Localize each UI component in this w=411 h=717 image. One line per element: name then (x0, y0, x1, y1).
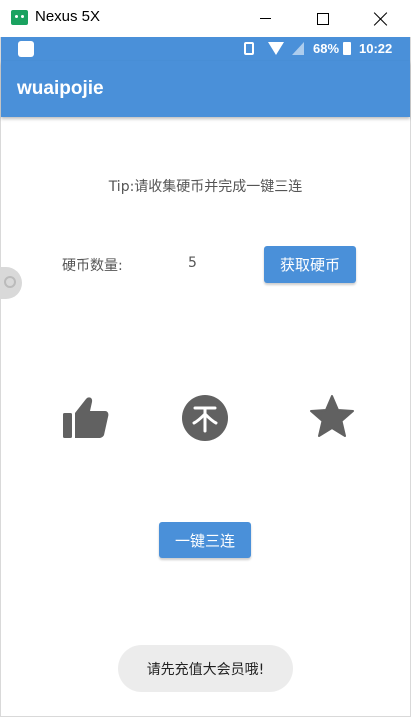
battery-percent: 68% (313, 41, 340, 56)
thumbs-up-icon[interactable] (62, 395, 110, 439)
star-icon[interactable] (310, 395, 354, 439)
minimize-button[interactable] (236, 0, 294, 37)
android-status-bar: 68% 10:22 (1, 37, 410, 61)
close-icon (374, 12, 388, 26)
coin-icon[interactable] (181, 394, 229, 442)
app-title: wuaipojie (17, 78, 104, 99)
signal-icon (292, 42, 304, 55)
wifi-icon (268, 42, 284, 55)
coins-label: 硬币数量: (62, 258, 123, 274)
coins-value: 5 (188, 255, 197, 271)
tip-text: Tip:请收集硬币并完成一键三连 (108, 179, 303, 195)
toast-message: 请先充值大会员哦! (118, 645, 293, 692)
app-bar: wuaipojie (1, 61, 410, 117)
battery-icon (343, 42, 351, 55)
maximize-button[interactable] (294, 0, 352, 37)
get-coins-button[interactable]: 获取硬币 (264, 246, 356, 283)
status-time: 10:22 (359, 41, 393, 56)
vibrate-icon (244, 42, 254, 55)
close-button[interactable] (352, 0, 410, 37)
triple-action-button[interactable]: 一键三连 (159, 522, 251, 558)
android-emulator-icon (11, 10, 28, 25)
notification-icon (18, 41, 34, 57)
window-title: Nexus 5X (35, 8, 101, 25)
maximize-icon (317, 12, 329, 25)
window-titlebar: Nexus 5X (0, 0, 411, 37)
minimize-icon (259, 18, 271, 19)
